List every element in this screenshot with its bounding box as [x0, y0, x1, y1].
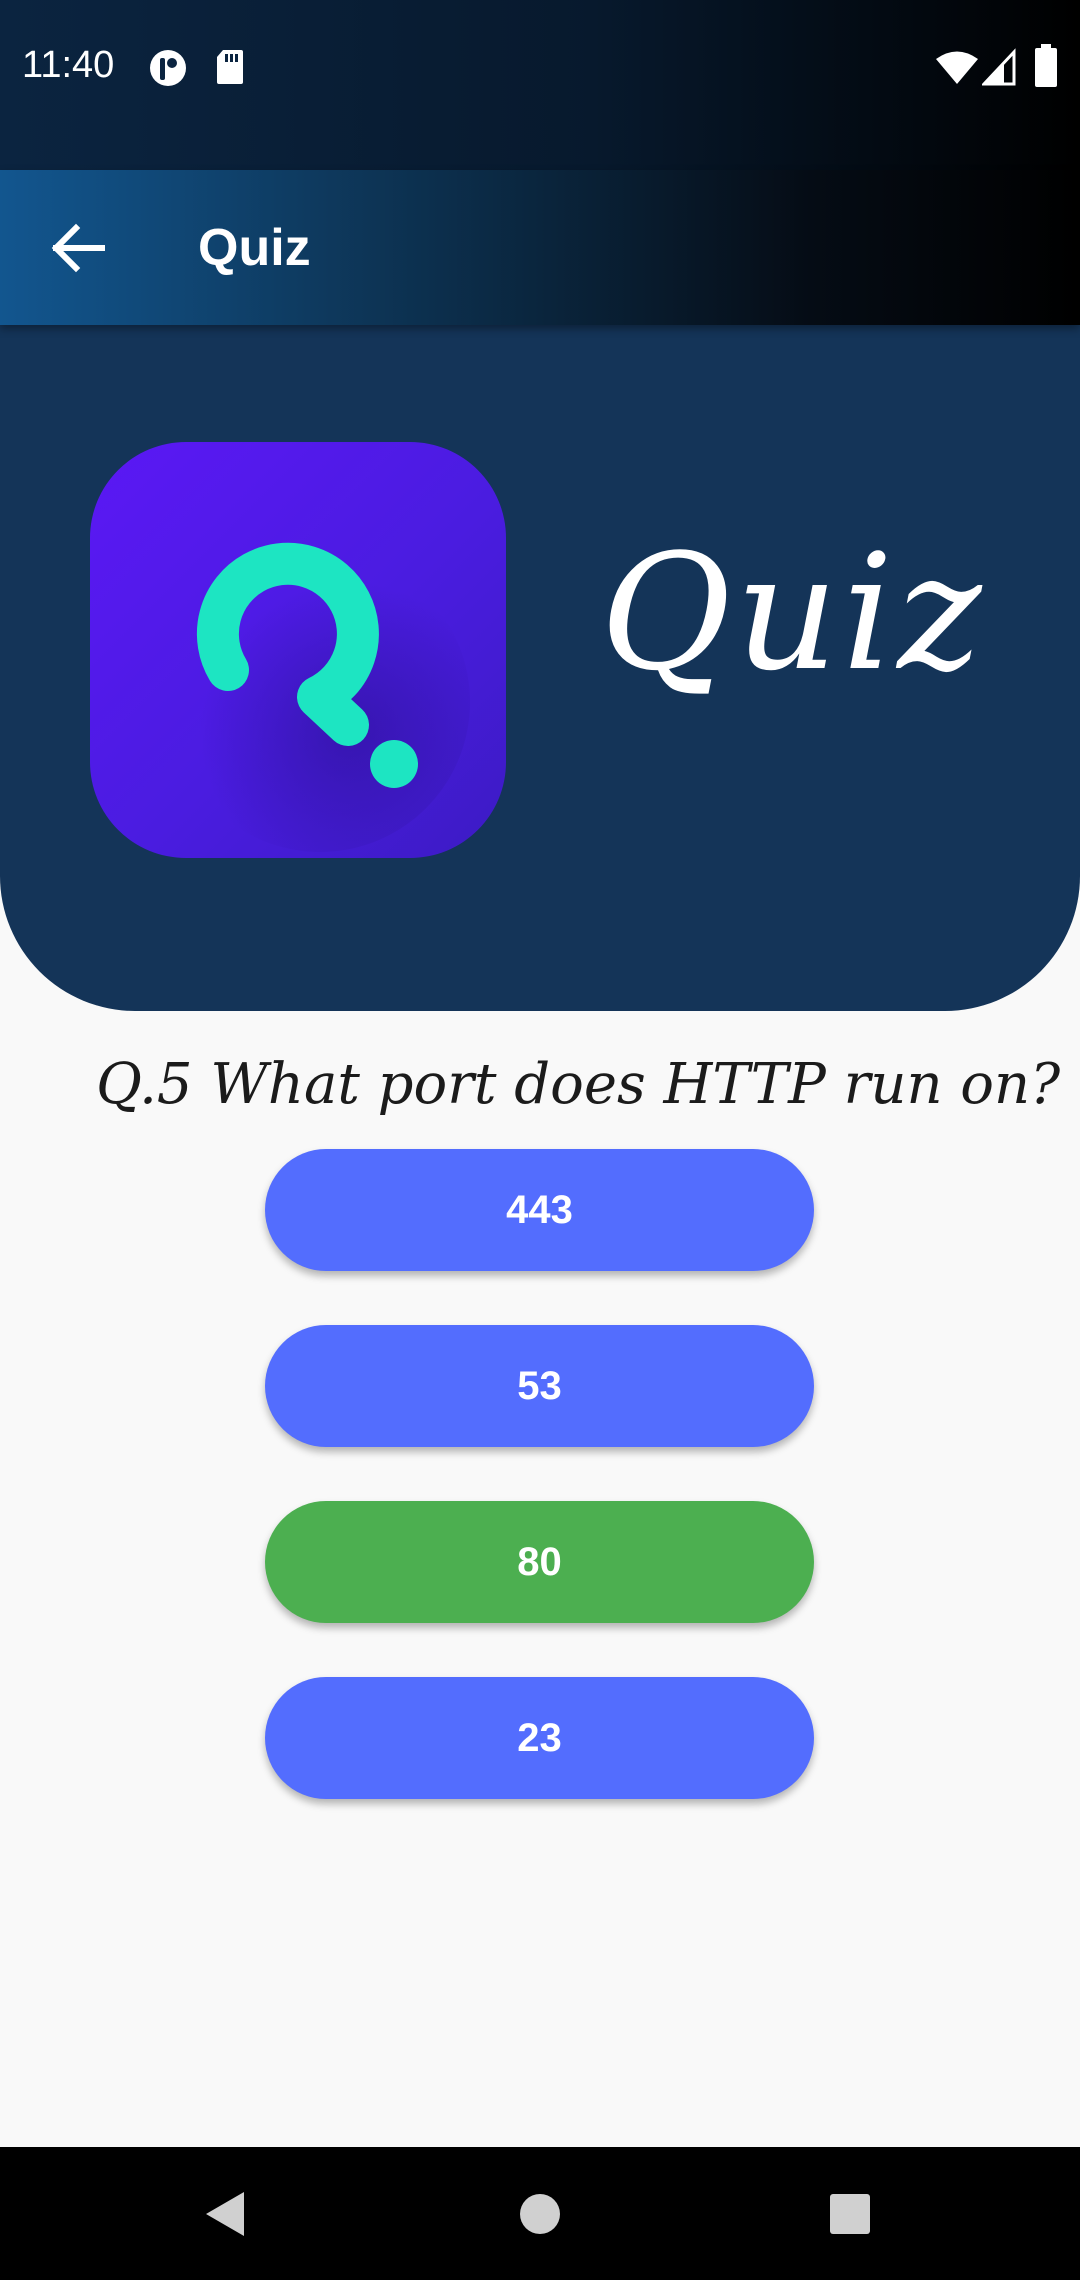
- app-bar: Quiz: [0, 170, 1080, 325]
- answer-option-4[interactable]: 23: [265, 1677, 814, 1799]
- page-title: Quiz: [198, 219, 311, 277]
- nav-recents-icon[interactable]: [820, 2184, 880, 2244]
- signal-icon: [980, 48, 1016, 91]
- header-banner: Quiz: [0, 325, 1080, 1011]
- wifi-icon: [935, 50, 979, 91]
- answer-option-3[interactable]: 80: [265, 1501, 814, 1623]
- brand-logo-text: Quiz: [600, 519, 986, 706]
- system-nav-bar: [0, 2147, 1080, 2280]
- nav-home-icon[interactable]: [510, 2184, 570, 2244]
- sd-card-icon: [215, 48, 245, 91]
- arrow-back-icon[interactable]: [40, 208, 120, 288]
- answer-option-2[interactable]: 53: [265, 1325, 814, 1447]
- status-bar: 11:40: [0, 0, 1080, 170]
- battery-icon: [1034, 44, 1058, 93]
- status-time: 11:40: [22, 44, 115, 86]
- quiz-q-logo-icon: [90, 442, 506, 858]
- nav-back-icon[interactable]: [196, 2184, 256, 2244]
- question-text: Q.5 What port does HTTP run on?: [96, 1052, 1061, 1117]
- app-notification-icon: [148, 48, 188, 93]
- answer-option-1[interactable]: 443: [265, 1149, 814, 1271]
